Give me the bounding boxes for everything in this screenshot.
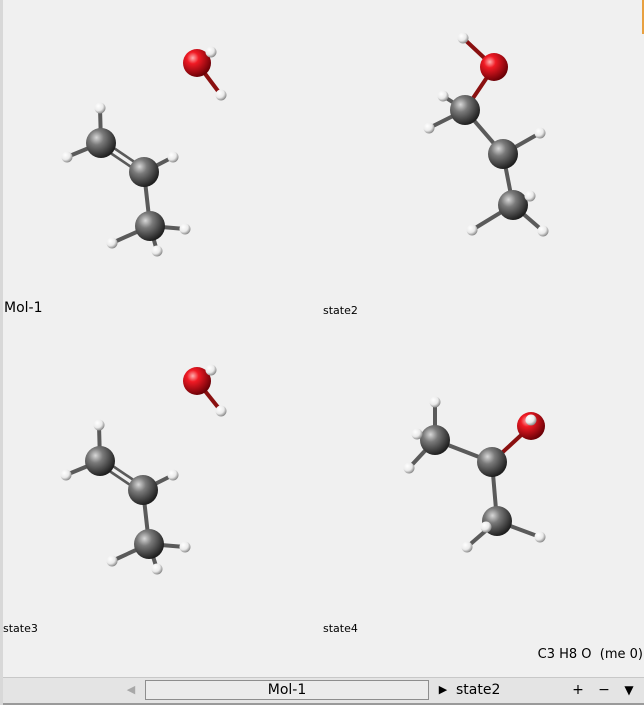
- carbon-atom[interactable]: [135, 211, 165, 241]
- previous-icon[interactable]: ◀: [123, 682, 139, 698]
- molecule-state2[interactable]: [423, 32, 549, 237]
- hydrogen-atom[interactable]: [466, 224, 478, 236]
- hydrogen-atom[interactable]: [151, 563, 163, 575]
- carbon-atom[interactable]: [86, 128, 116, 158]
- panel-label-state2: state2: [323, 304, 358, 317]
- hydrogen-atom[interactable]: [403, 462, 415, 474]
- hydrogen-atom[interactable]: [205, 46, 217, 58]
- hydrogen-atom[interactable]: [167, 151, 179, 163]
- panel-label-state4: state4: [323, 622, 358, 635]
- panel-label-mol-1: Mol-1: [4, 300, 43, 316]
- molecule-state3[interactable]: [60, 364, 227, 575]
- carbon-atom[interactable]: [488, 139, 518, 169]
- hydrogen-atom[interactable]: [60, 469, 72, 481]
- hydrogen-atom[interactable]: [537, 225, 549, 237]
- hydrogen-atom[interactable]: [534, 531, 546, 543]
- hydrogen-atom[interactable]: [480, 521, 492, 533]
- hydrogen-atom[interactable]: [423, 122, 435, 134]
- next-icon[interactable]: ▶: [435, 682, 451, 698]
- hydrogen-atom[interactable]: [167, 469, 179, 481]
- molecule-viewport[interactable]: Mol-1 state2 state3 state4 C3 H8 O (me 0…: [3, 0, 644, 676]
- hydrogen-atom[interactable]: [106, 555, 118, 567]
- hydrogen-atom[interactable]: [437, 90, 449, 102]
- hydrogen-atom[interactable]: [106, 237, 118, 249]
- molecule-tab[interactable]: Mol-1: [145, 680, 429, 700]
- hydrogen-atom[interactable]: [215, 89, 227, 101]
- hydrogen-atom[interactable]: [461, 541, 473, 553]
- hydrogen-atom[interactable]: [94, 102, 106, 114]
- carbon-atom[interactable]: [450, 95, 480, 125]
- hydrogen-atom[interactable]: [61, 151, 73, 163]
- hydrogen-atom[interactable]: [179, 223, 191, 235]
- carbon-atom[interactable]: [134, 529, 164, 559]
- bottom-toolbar: ◀ Mol-1 ▶ state2 + − ▼: [3, 677, 644, 705]
- hydrogen-atom[interactable]: [215, 405, 227, 417]
- hydrogen-atom[interactable]: [151, 245, 163, 257]
- zoom-out-button[interactable]: −: [595, 680, 613, 700]
- hydrogen-atom[interactable]: [524, 190, 536, 202]
- hydrogen-atom[interactable]: [429, 396, 441, 408]
- carbon-atom[interactable]: [85, 446, 115, 476]
- hydrogen-atom[interactable]: [457, 32, 469, 44]
- carbon-atom[interactable]: [477, 447, 507, 477]
- carbon-atom[interactable]: [128, 475, 158, 505]
- hydrogen-atom[interactable]: [93, 419, 105, 431]
- oxygen-atom[interactable]: [480, 53, 508, 81]
- hydrogen-atom[interactable]: [525, 414, 537, 426]
- carbon-atom[interactable]: [498, 190, 528, 220]
- molecule-state4[interactable]: [403, 396, 546, 553]
- hydrogen-atom[interactable]: [411, 428, 423, 440]
- formula-readout: C3 H8 O (me 0): [537, 647, 643, 662]
- panel-label-state3: state3: [3, 622, 38, 635]
- molecule-viewer: Mol-1 state2 state3 state4 C3 H8 O (me 0…: [0, 0, 644, 705]
- molecule-mol-1[interactable]: [61, 46, 227, 257]
- hydrogen-atom[interactable]: [179, 541, 191, 553]
- hydrogen-atom[interactable]: [534, 127, 546, 139]
- zoom-in-button[interactable]: +: [569, 680, 587, 700]
- hydrogen-atom[interactable]: [205, 364, 217, 376]
- state-selector[interactable]: state2: [456, 680, 500, 700]
- molecule-canvas[interactable]: [3, 0, 644, 676]
- menu-dropdown-icon[interactable]: ▼: [620, 680, 638, 700]
- carbon-atom[interactable]: [129, 157, 159, 187]
- carbon-atom[interactable]: [420, 425, 450, 455]
